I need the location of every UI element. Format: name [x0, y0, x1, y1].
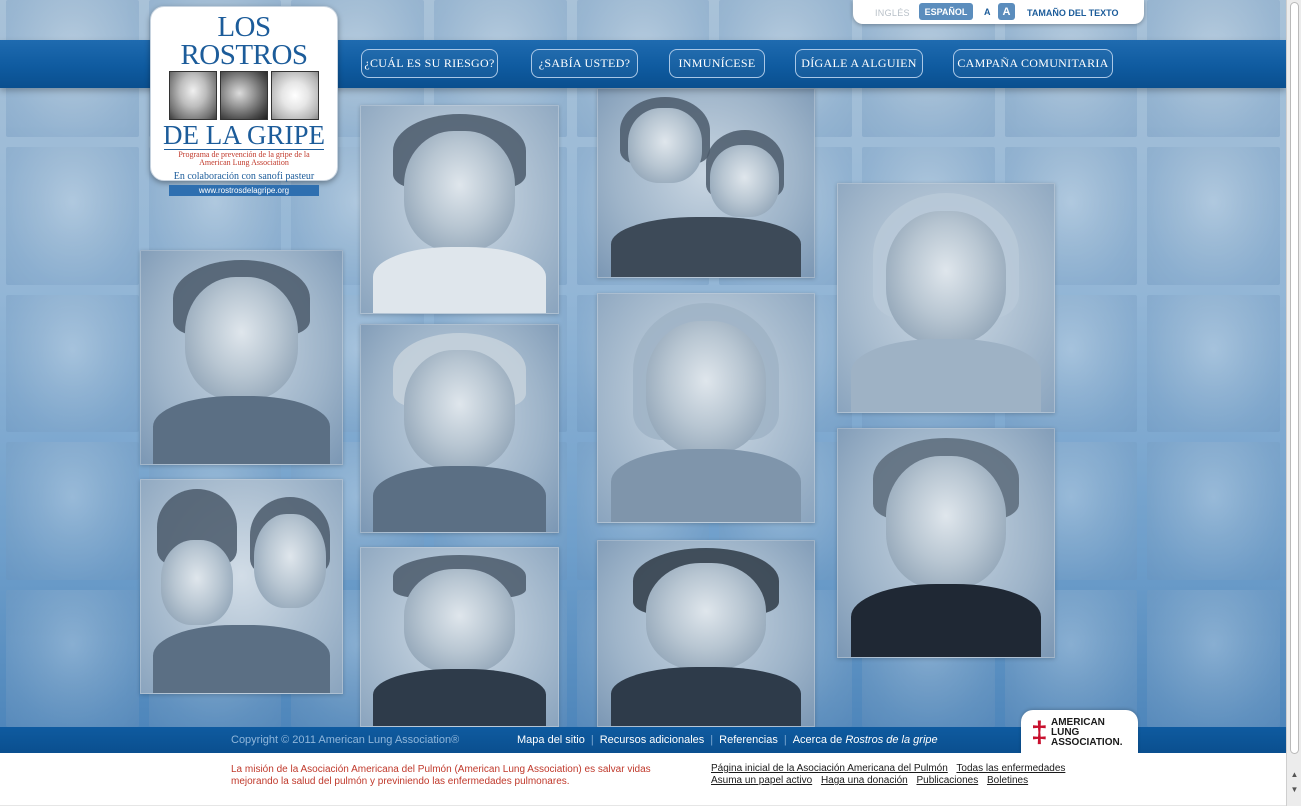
link-haga-donacion[interactable]: Haga una donación [821, 775, 908, 786]
portrait-older-woman[interactable] [837, 183, 1055, 413]
logo-collaboration: En colaboración con sanofi pasteur [173, 171, 315, 182]
footer-link-mapa[interactable]: Mapa del sitio [517, 734, 585, 746]
scroll-down-arrow-icon[interactable]: ▼ [1290, 785, 1299, 795]
link-todas-enfermedades[interactable]: Todas las enfermedades [956, 763, 1065, 774]
copyright-text: Copyright © 2011 American Lung Associati… [231, 734, 460, 746]
nav-digale-a-alguien[interactable]: DÍGALE A ALGUIEN [795, 49, 923, 78]
portrait-man-tie[interactable] [140, 250, 343, 465]
link-boletines[interactable]: Boletines [987, 775, 1028, 786]
mission-statement: La misión de la Asociación Americana del… [231, 764, 651, 787]
portrait-man-dark-hair[interactable] [597, 540, 815, 727]
footer-separator: | [710, 734, 714, 746]
footer-link-recursos[interactable]: Recursos adicionales [600, 734, 705, 746]
logo-photo-strip [151, 71, 337, 120]
logo-title-line2: DE LA GRIPE [163, 120, 325, 150]
link-publicaciones[interactable]: Publicaciones [916, 775, 978, 786]
footer-about-prefix: Acerca de [792, 734, 843, 746]
ala-line3: ASSOCIATION. [1051, 737, 1123, 748]
link-asuma-papel[interactable]: Asuma un papel activo [711, 775, 812, 786]
site-logo[interactable]: LOS ROSTROS DE LA GRIPE Programa de prev… [150, 6, 338, 196]
portrait-older-man[interactable] [360, 324, 559, 533]
footer-link-acerca[interactable]: Acerca de Rostros de la gripe [793, 734, 938, 746]
link-pagina-inicial[interactable]: Página inicial de la Asociación American… [711, 763, 948, 774]
lang-espanol-button[interactable]: ESPAÑOL [919, 3, 973, 20]
portrait-man-glasses[interactable] [360, 547, 559, 727]
lung-cross-icon: ‡ [1031, 716, 1048, 749]
text-size-small-button[interactable]: A [984, 7, 991, 17]
footer-resource-links: Página inicial de la Asociación American… [711, 763, 1071, 787]
portrait-teens[interactable] [140, 479, 343, 694]
nav-campana-comunitaria[interactable]: CAMPAÑA COMUNITARIA [953, 49, 1113, 78]
logo-photo-baby [271, 71, 319, 120]
portrait-mother-son[interactable] [597, 88, 815, 278]
language-textsize-bar: INGLÉS ESPAÑOL A A TAMAÑO DEL TEXTO [853, 0, 1144, 24]
text-size-label: TAMAÑO DEL TEXTO [1027, 8, 1119, 18]
logo-photo-woman [220, 71, 268, 120]
nav-inmunicese[interactable]: INMUNÍCESE [669, 49, 765, 78]
scroll-up-arrow-icon[interactable]: ▲ [1290, 770, 1299, 780]
logo-url[interactable]: www.rostrosdelagripe.org [169, 185, 319, 196]
footer-link-referencias[interactable]: Referencias [719, 734, 778, 746]
footer-info: La misión de la Asociación Americana del… [0, 753, 1286, 806]
nav-cual-es-su-riesgo[interactable]: ¿CUÁL ES SU RIESGO? [361, 49, 498, 78]
footer-separator: | [590, 734, 594, 746]
logo-subtitle: Programa de prevención de la gripe de la… [178, 150, 310, 167]
footer-separator: | [783, 734, 787, 746]
nav-sabia-usted[interactable]: ¿SABÍA USTED? [531, 49, 638, 78]
portrait-woman-blonde[interactable] [597, 293, 815, 523]
vertical-scrollbar[interactable]: ▲ ▼ [1286, 0, 1301, 806]
scrollbar-thumb[interactable] [1290, 2, 1299, 754]
lang-ingles-link[interactable]: INGLÉS [875, 8, 910, 18]
ala-logo-text: AMERICAN LUNG ASSOCIATION. [1051, 718, 1122, 748]
footer-about-italic: Rostros de la gripe [845, 734, 938, 746]
text-size-large-button[interactable]: A [998, 3, 1015, 20]
portrait-officer-woman[interactable] [837, 428, 1055, 658]
logo-photo-elder [169, 71, 217, 120]
ala-logo-badge[interactable]: ‡ AMERICAN LUNG ASSOCIATION. [1021, 710, 1138, 755]
logo-title-line1: LOS ROSTROS [180, 11, 308, 71]
footer-links: Mapa del sitio | Recursos adicionales | … [517, 734, 938, 746]
portrait-nurse[interactable] [360, 105, 559, 314]
